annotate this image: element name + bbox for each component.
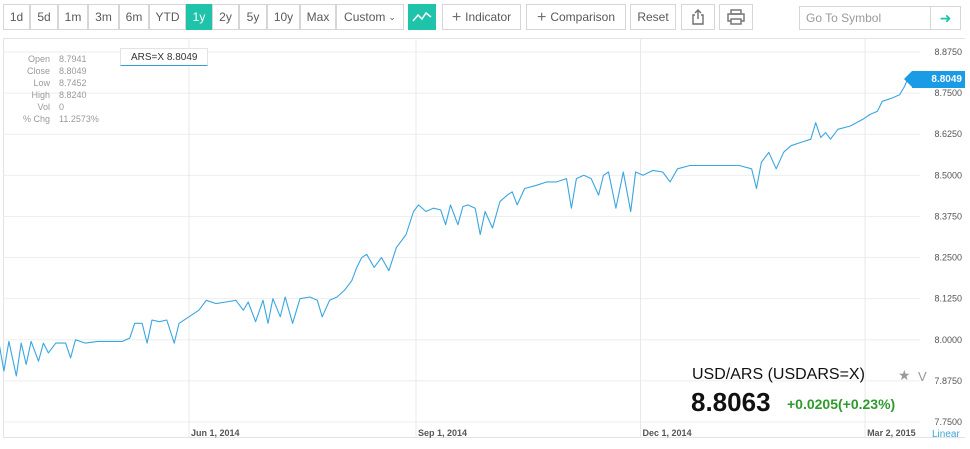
y-tick-label: 8.6250 bbox=[934, 129, 962, 139]
ohlc-value: 11.2573% bbox=[59, 114, 99, 124]
ohlc-value: 8.7452 bbox=[59, 78, 87, 88]
x-tick-label: Mar 2, 2015 bbox=[867, 428, 916, 438]
ohlc-label: High bbox=[31, 90, 50, 100]
last-price-tag: 8.8049 bbox=[904, 71, 965, 88]
ohlc-label: Open bbox=[27, 54, 50, 64]
series-tooltip: ARS=X 8.8049 bbox=[120, 48, 208, 66]
x-tick-label: Sep 1, 2014 bbox=[418, 428, 467, 438]
ohlc-value: 8.8240 bbox=[59, 90, 87, 100]
quote-v-label: V bbox=[918, 369, 927, 384]
ohlc-row-vol: Vol 0 bbox=[0, 101, 110, 113]
ohlc-value: 0 bbox=[59, 102, 65, 112]
ohlc-label: Close bbox=[26, 66, 50, 76]
price-series-line bbox=[0, 74, 911, 377]
y-tick-label: 8.1250 bbox=[934, 294, 962, 304]
ohlc-row-pct-chg: % Chg 11.2573% bbox=[0, 113, 110, 125]
star-icon[interactable]: ★ bbox=[898, 367, 911, 384]
quote-change: +0.0205(+0.23%) bbox=[787, 396, 896, 412]
quote-price: 8.8063 bbox=[691, 387, 771, 417]
ohlc-row-close: Close 8.8049 bbox=[0, 65, 110, 77]
x-tick-label: Dec 1, 2014 bbox=[643, 428, 692, 438]
quote-name: USD/ARS (USDARS=X) bbox=[692, 366, 865, 383]
scale-toggle[interactable]: Linear bbox=[932, 429, 960, 440]
ohlc-panel: Open 8.7941 Close 8.8049 Low 8.7452 High 8.8… bbox=[0, 53, 110, 125]
ohlc-row-low: Low 8.7452 bbox=[0, 77, 110, 89]
y-tick-label: 8.8750 bbox=[934, 47, 962, 57]
y-tick-label: 7.7500 bbox=[934, 417, 962, 427]
y-tick-label: 8.3750 bbox=[934, 211, 962, 221]
y-tick-label: 8.2500 bbox=[934, 253, 962, 263]
ohlc-label: Low bbox=[33, 78, 50, 88]
y-tick-label: 7.8750 bbox=[934, 376, 962, 386]
ohlc-value: 8.7941 bbox=[59, 54, 87, 64]
ohlc-row-open: Open 8.7941 bbox=[0, 53, 110, 65]
y-tick-label: 8.7500 bbox=[934, 88, 962, 98]
ohlc-label: % Chg bbox=[22, 114, 50, 124]
y-tick-label: 8.5000 bbox=[934, 170, 962, 180]
x-tick-label: Jun 1, 2014 bbox=[191, 428, 240, 438]
ohlc-label: Vol bbox=[37, 102, 50, 112]
y-tick-label: 8.0000 bbox=[934, 335, 962, 345]
ohlc-value: 8.8049 bbox=[59, 66, 87, 76]
ohlc-row-high: High 8.8240 bbox=[0, 89, 110, 101]
